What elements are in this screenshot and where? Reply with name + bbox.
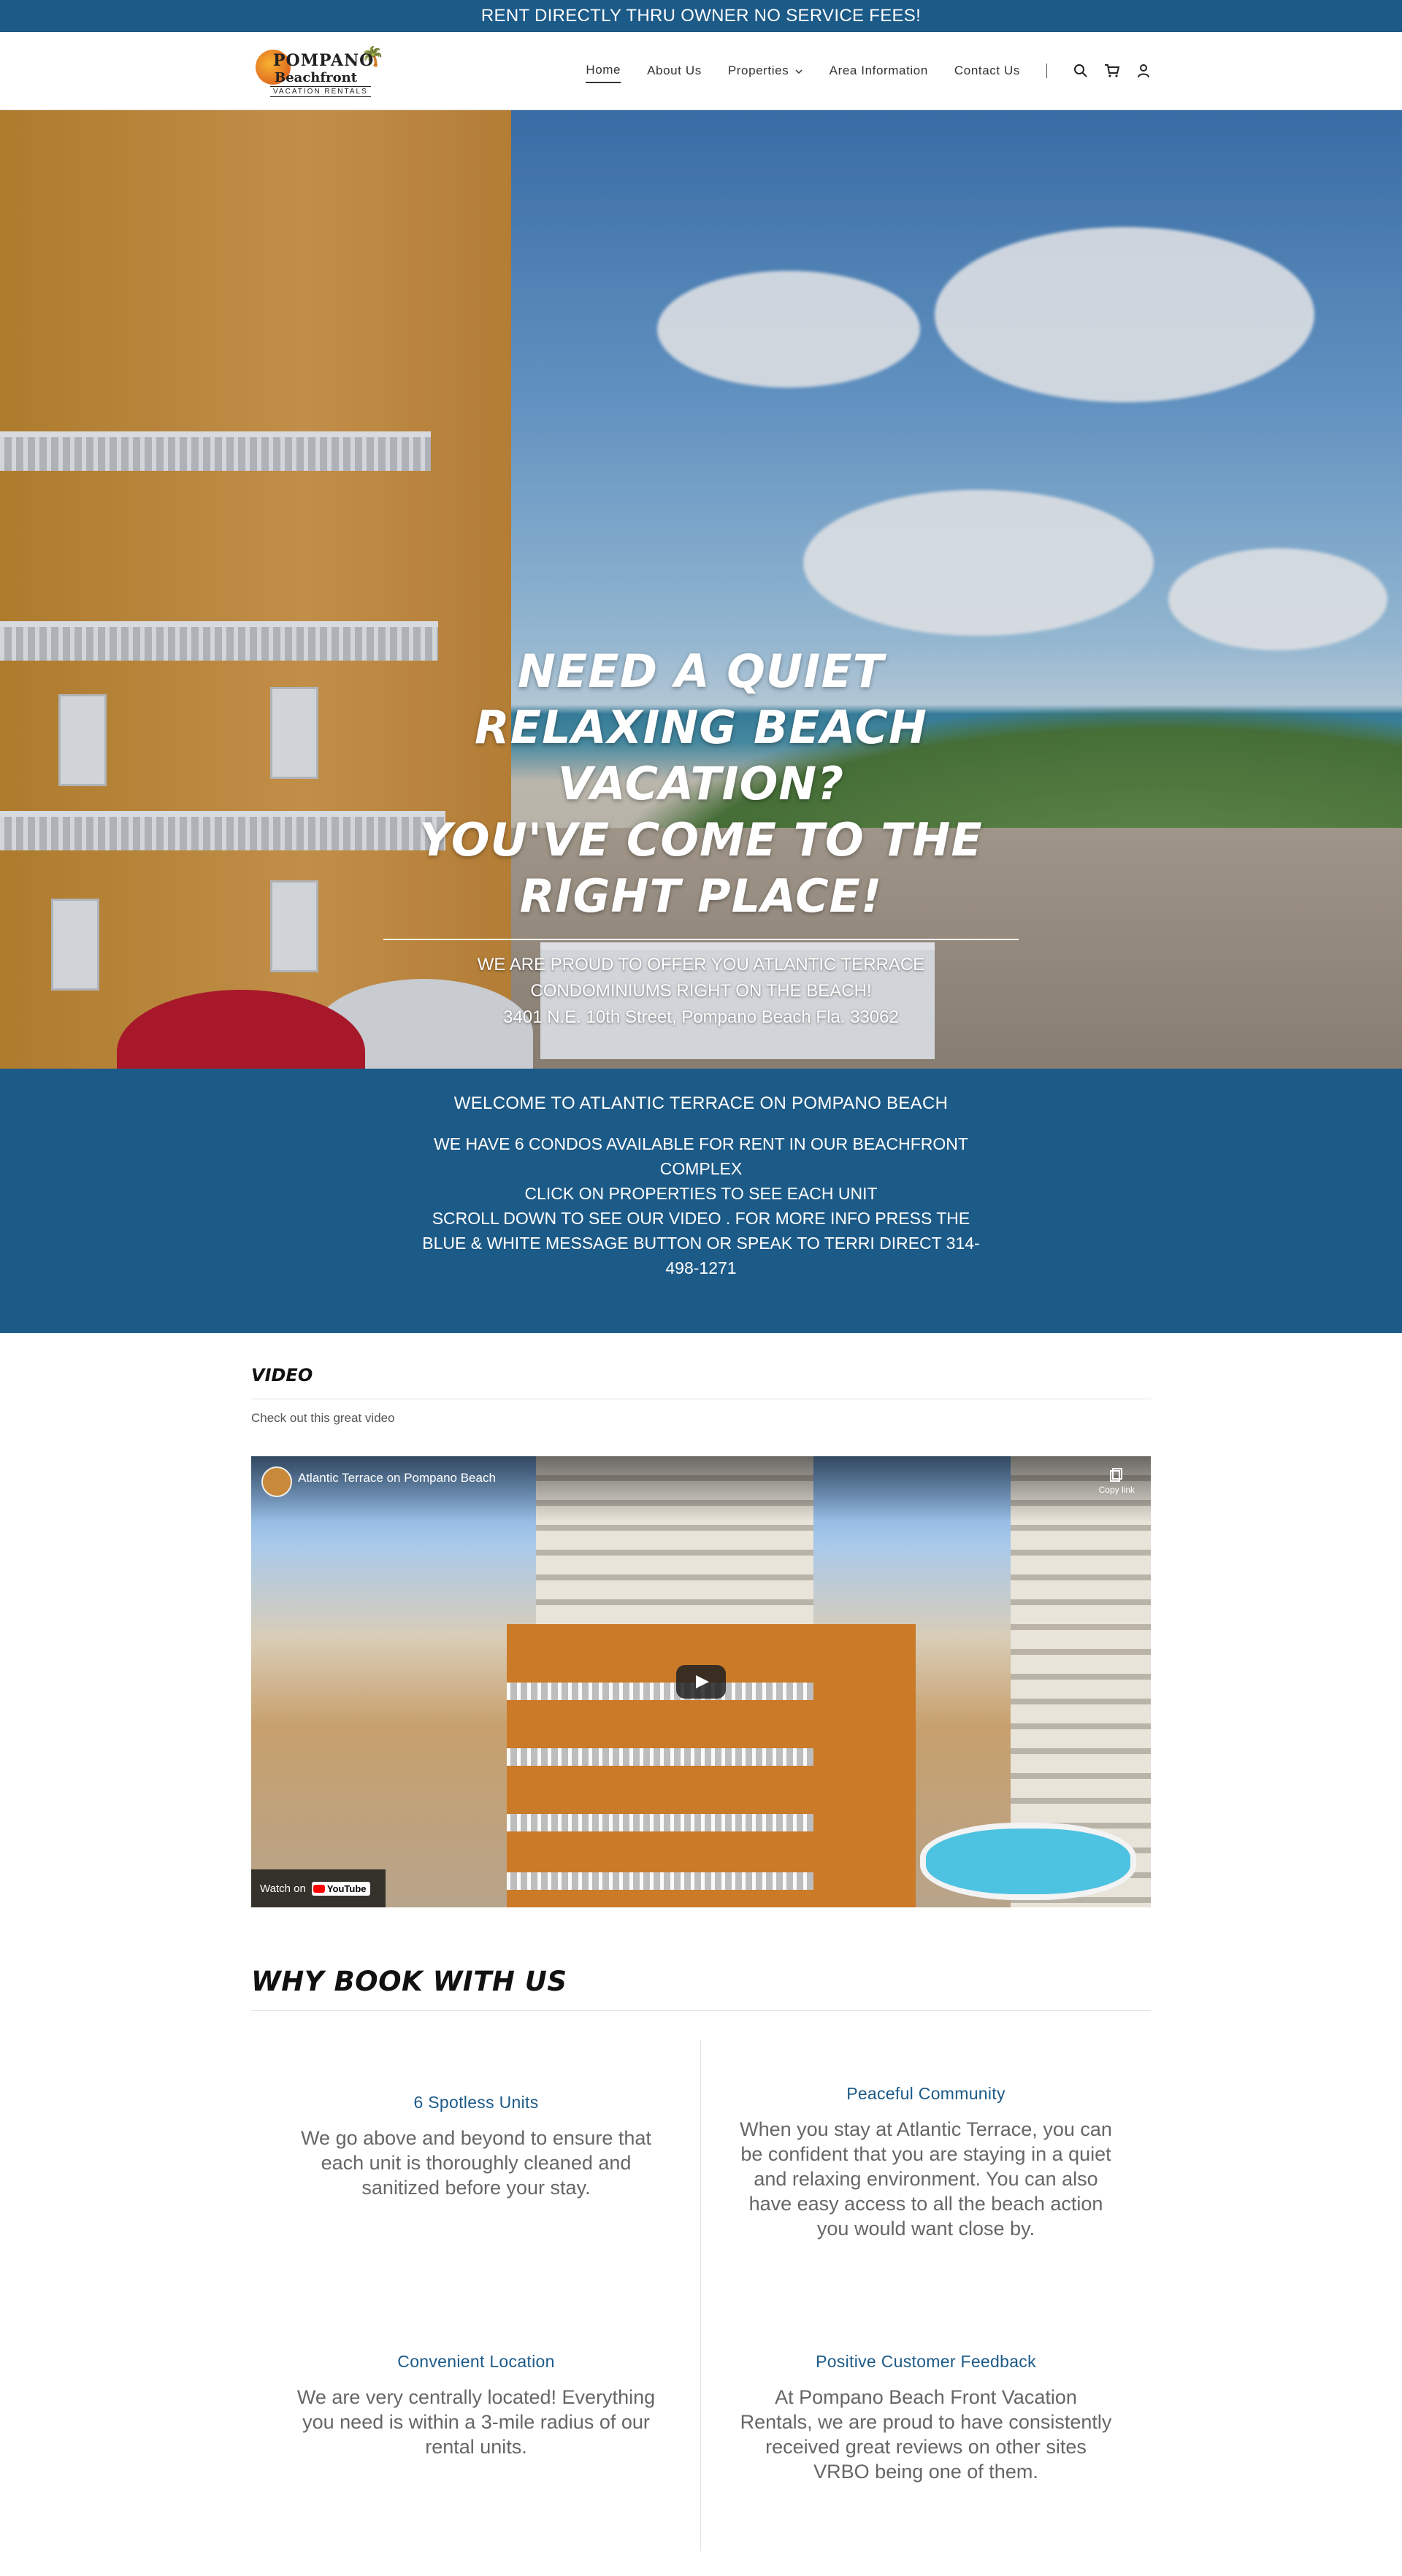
announcement-text: RENT DIRECTLY THRU OWNER NO SERVICE FEES… xyxy=(480,6,922,26)
welcome-section: WELCOME TO ATLANTIC TERRACE ON POMPANO B… xyxy=(0,1069,1402,1333)
welcome-line-2: CLICK ON PROPERTIES TO SEE EACH UNIT xyxy=(524,1184,878,1203)
search-icon[interactable] xyxy=(1073,64,1088,78)
feature-heading: 6 Spotless Units xyxy=(413,2093,539,2112)
copy-icon xyxy=(1110,1468,1123,1482)
nav-area-information[interactable]: Area Information xyxy=(830,59,928,82)
site-logo[interactable]: 🌴 POMPANO Beachfront VACATION RENTALS xyxy=(251,41,384,101)
feature-heading: Peaceful Community xyxy=(846,2084,1005,2103)
nav-home[interactable]: Home xyxy=(586,58,621,83)
feature-card: 6 Spotless Units We go above and beyond … xyxy=(251,2040,701,2308)
grid-divider xyxy=(700,2040,701,2551)
feature-text: When you stay at Atlantic Terrace, you c… xyxy=(740,2118,1112,2239)
user-icon[interactable] xyxy=(1136,64,1151,78)
announcement-bar: RENT DIRECTLY THRU OWNER NO SERVICE FEES… xyxy=(0,0,1402,32)
balcony-railing xyxy=(507,1814,813,1831)
copy-link-button[interactable]: Copy link xyxy=(1099,1466,1135,1495)
logo-line-2: Beachfront xyxy=(275,70,358,85)
hero-headline: NEED A QUIET RELAXING BEACH VACATION? YO… xyxy=(383,643,1019,924)
hero-banner: NEED A QUIET RELAXING BEACH VACATION? YO… xyxy=(0,110,1402,1069)
feature-heading: Convenient Location xyxy=(397,2352,555,2371)
hero-divider xyxy=(383,939,1019,940)
nav-separator xyxy=(1046,64,1047,78)
logo-line-3: VACATION RENTALS xyxy=(270,86,371,97)
feature-text: We go above and beyond to ensure that ea… xyxy=(301,2127,651,2199)
swimming-pool xyxy=(920,1823,1136,1900)
welcome-title: WELCOME TO ATLANTIC TERRACE ON POMPANO B… xyxy=(453,1093,949,1113)
watch-on-label: Watch on xyxy=(260,1882,306,1895)
why-book-title: WHY BOOK WITH US xyxy=(251,1966,567,1997)
video-subtitle: Check out this great video xyxy=(251,1411,395,1425)
feature-heading: Positive Customer Feedback xyxy=(816,2352,1036,2371)
youtube-label: YouTube xyxy=(326,1883,367,1894)
logo-line-1: POMPANO xyxy=(273,51,375,70)
watch-on-youtube-button[interactable]: Watch on YouTube xyxy=(251,1869,386,1907)
channel-avatar[interactable] xyxy=(261,1466,292,1497)
balcony-railing xyxy=(507,1748,813,1766)
feature-card: Positive Customer Feedback At Pompano Be… xyxy=(701,2308,1151,2576)
video-title[interactable]: Atlantic Terrace on Pompano Beach xyxy=(298,1471,496,1485)
chevron-down-icon xyxy=(795,69,802,74)
feature-text: At Pompano Beach Front Vacation Rentals,… xyxy=(740,2386,1112,2483)
nav-properties-label: Properties xyxy=(727,64,789,77)
nav-properties[interactable]: Properties xyxy=(728,59,803,82)
hero-headline-line-2: YOU'VE COME TO THE RIGHT PLACE! xyxy=(419,813,983,923)
feature-card: Peaceful Community When you stay at Atla… xyxy=(701,2040,1151,2308)
why-book-section: WHY BOOK WITH US 6 Spotless Units We go … xyxy=(251,1907,1151,2576)
section-divider xyxy=(251,2010,1151,2011)
welcome-line-3: SCROLL DOWN TO SEE OUR VIDEO . FOR MORE … xyxy=(422,1209,980,1277)
hero-text: NEED A QUIET RELAXING BEACH VACATION? YO… xyxy=(383,643,1019,1031)
player-top-gradient xyxy=(251,1456,1151,1522)
nav-contact-us[interactable]: Contact Us xyxy=(954,59,1020,82)
youtube-play-icon xyxy=(313,1884,325,1893)
hero-headline-line-1: NEED A QUIET RELAXING BEACH VACATION? xyxy=(475,645,927,810)
feature-text: We are very centrally located! Everythin… xyxy=(296,2386,656,2458)
hero-subtitle: WE ARE PROUD TO OFFER YOU ATLANTIC TERRA… xyxy=(477,955,925,1001)
site-header: 🌴 POMPANO Beachfront VACATION RENTALS Ho… xyxy=(0,32,1402,110)
features-grid: 6 Spotless Units We go above and beyond … xyxy=(251,2040,1151,2576)
play-button[interactable] xyxy=(676,1665,726,1699)
welcome-line-1: WE HAVE 6 CONDOS AVAILABLE FOR RENT IN O… xyxy=(434,1134,968,1178)
youtube-player[interactable]: Atlantic Terrace on Pompano Beach Copy l… xyxy=(251,1456,1151,1907)
cart-icon[interactable] xyxy=(1104,64,1120,78)
balcony-railing xyxy=(507,1872,813,1890)
copy-link-label: Copy link xyxy=(1098,1485,1135,1495)
feature-card: Convenient Location We are very centrall… xyxy=(251,2308,701,2576)
main-nav: Home About Us Properties Area Informatio… xyxy=(586,58,1151,83)
youtube-logo: YouTube xyxy=(311,1881,370,1896)
hero-address: 3401 N.E. 10th Street, Pompano Beach Fla… xyxy=(503,1007,899,1027)
nav-about-us[interactable]: About Us xyxy=(647,59,702,82)
balcony-railing xyxy=(507,1683,813,1700)
welcome-body: WE HAVE 6 CONDOS AVAILABLE FOR RENT IN O… xyxy=(416,1131,986,1280)
video-section-title: VIDEO xyxy=(251,1365,313,1385)
video-section: VIDEO Check out this great video Atlanti… xyxy=(251,1333,1151,1907)
